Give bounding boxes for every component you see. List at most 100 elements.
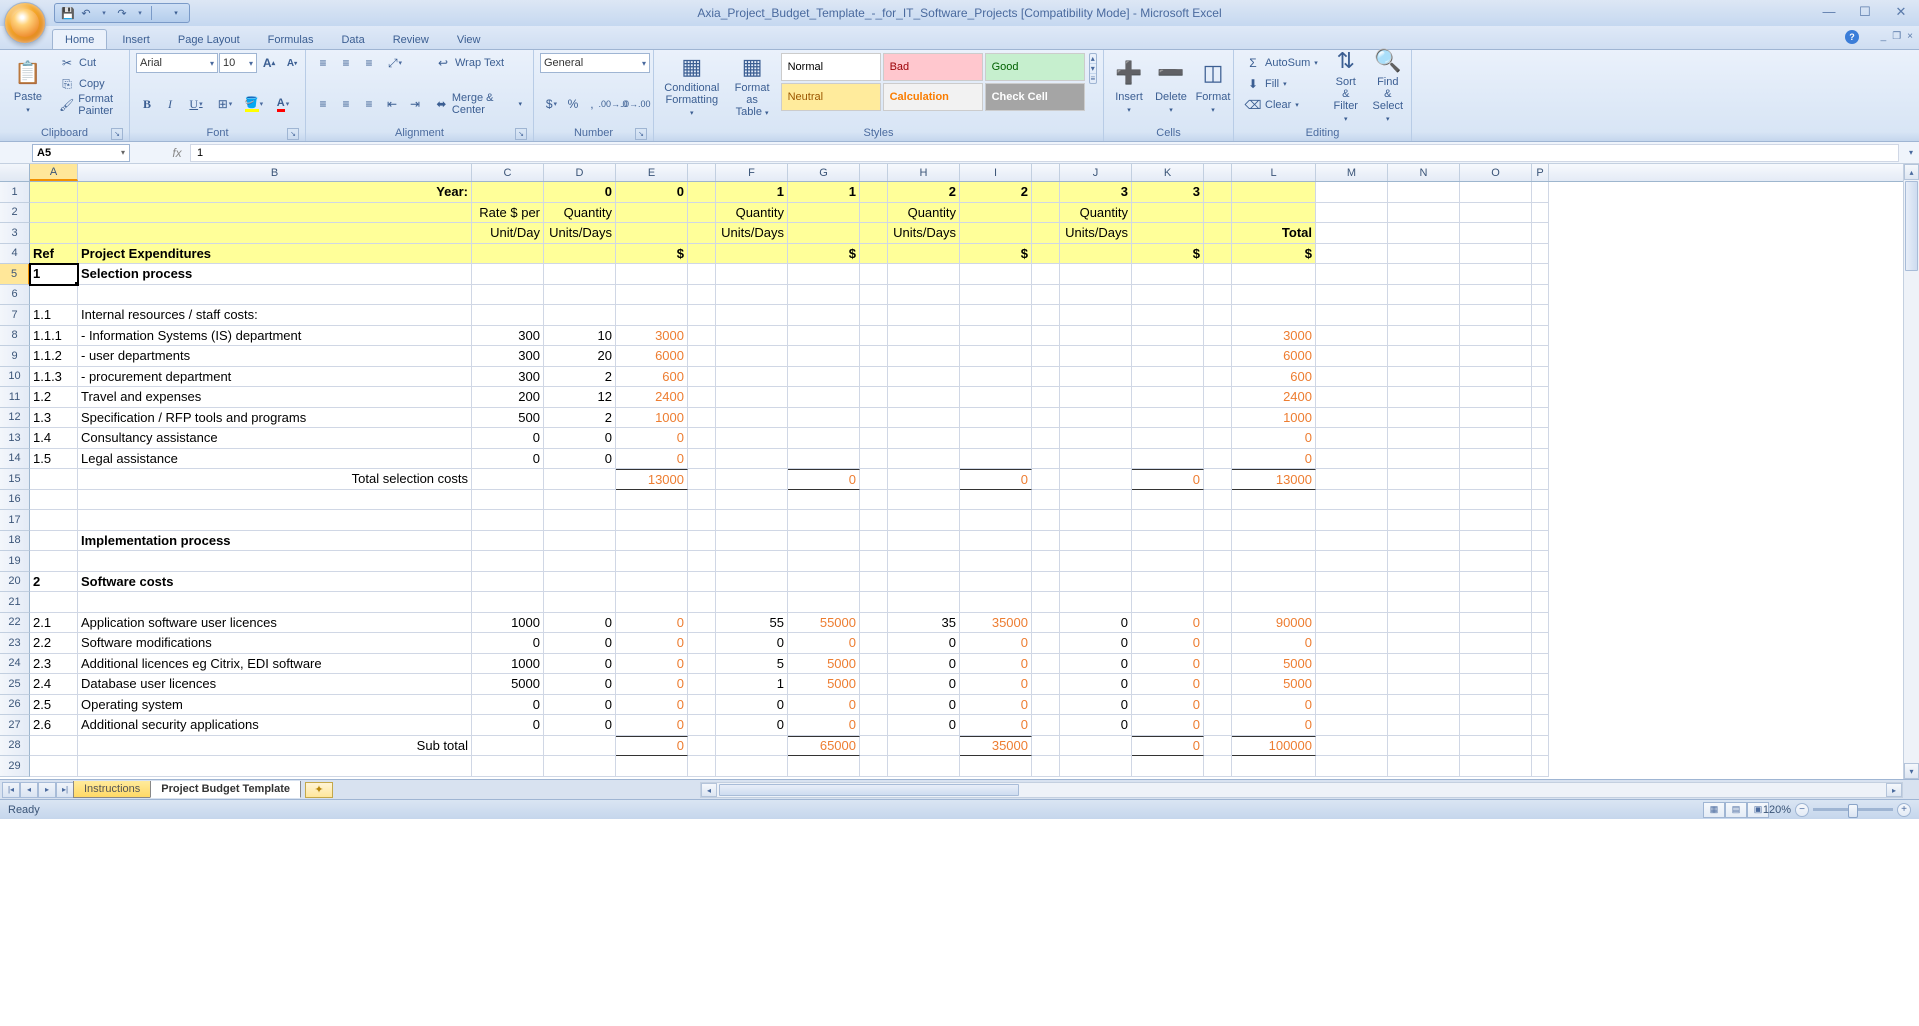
cell[interactable] [888, 367, 960, 388]
cell[interactable] [1204, 469, 1232, 490]
horizontal-scrollbar[interactable]: ◂ ▸ [700, 782, 1903, 798]
cell[interactable]: 2400 [616, 387, 688, 408]
cell[interactable] [544, 285, 616, 306]
cell[interactable] [860, 633, 888, 654]
cell[interactable]: 1.1.1 [30, 326, 78, 347]
cell[interactable] [1532, 346, 1549, 367]
cell[interactable]: Software modifications [78, 633, 472, 654]
scroll-thumb[interactable] [1905, 181, 1918, 271]
fx-icon[interactable]: fx [168, 144, 186, 162]
col-header-J[interactable]: J [1060, 164, 1132, 181]
cell[interactable] [1204, 654, 1232, 675]
cell[interactable]: 100000 [1232, 736, 1316, 757]
cell[interactable] [1460, 551, 1532, 572]
cell[interactable] [1388, 449, 1460, 470]
cell[interactable] [1032, 551, 1060, 572]
cell[interactable] [1316, 510, 1388, 531]
cell[interactable]: Implementation process [78, 531, 472, 552]
cell[interactable]: 5000 [472, 674, 544, 695]
cell[interactable] [544, 244, 616, 265]
cell[interactable]: 0 [960, 633, 1032, 654]
cell[interactable] [716, 736, 788, 757]
cell[interactable] [1388, 346, 1460, 367]
hscroll-thumb[interactable] [719, 784, 1019, 796]
merge-center-button[interactable]: ⬌Merge & Center ▾ [430, 94, 527, 114]
cell[interactable] [1460, 592, 1532, 613]
cell[interactable]: $ [616, 244, 688, 265]
cell[interactable]: Rate $ per [472, 203, 544, 224]
cell[interactable] [1316, 674, 1388, 695]
cell[interactable]: 300 [472, 326, 544, 347]
cell[interactable] [888, 572, 960, 593]
cell[interactable] [30, 736, 78, 757]
cell-styles-gallery[interactable]: Normal Bad Good Neutral Calculation Chec… [781, 53, 1085, 111]
cell[interactable]: 5000 [1232, 674, 1316, 695]
font-size-combo[interactable]: 10▾ [219, 53, 257, 73]
cell[interactable] [860, 531, 888, 552]
cell[interactable]: 0 [1232, 695, 1316, 716]
cell[interactable]: 0 [472, 428, 544, 449]
cell[interactable] [78, 756, 472, 777]
col-header-spacer[interactable] [860, 164, 888, 181]
cell[interactable]: 0 [616, 715, 688, 736]
cell[interactable] [1060, 305, 1132, 326]
cell[interactable] [1316, 449, 1388, 470]
cell[interactable] [688, 510, 716, 531]
cell[interactable] [716, 551, 788, 572]
cell[interactable]: 20 [544, 346, 616, 367]
cell[interactable] [472, 551, 544, 572]
cell[interactable] [1060, 572, 1132, 593]
cell[interactable] [1316, 285, 1388, 306]
cell[interactable] [1204, 387, 1232, 408]
cell[interactable] [1388, 695, 1460, 716]
cell[interactable] [1316, 244, 1388, 265]
cell[interactable] [1388, 613, 1460, 634]
cell[interactable] [860, 613, 888, 634]
col-header-D[interactable]: D [544, 164, 616, 181]
wrap-text-button[interactable]: ↩Wrap Text [430, 53, 527, 73]
cell[interactable] [1204, 408, 1232, 429]
cell[interactable] [888, 469, 960, 490]
cell[interactable] [860, 244, 888, 265]
cell[interactable] [1032, 674, 1060, 695]
cell[interactable] [1532, 203, 1549, 224]
cell[interactable] [788, 367, 860, 388]
cell[interactable] [1032, 695, 1060, 716]
cell[interactable]: 600 [616, 367, 688, 388]
cell[interactable] [688, 367, 716, 388]
cell[interactable]: $ [960, 244, 1032, 265]
ribbon-restore-icon[interactable]: ❐ [1892, 31, 1901, 42]
cell[interactable] [1232, 285, 1316, 306]
cell[interactable] [1232, 490, 1316, 511]
cell[interactable] [1232, 531, 1316, 552]
cell[interactable]: 1.5 [30, 449, 78, 470]
cell[interactable]: 2.3 [30, 654, 78, 675]
cell[interactable] [960, 490, 1032, 511]
shrink-font-button[interactable]: A▾ [281, 53, 303, 73]
cell[interactable]: 0 [1132, 695, 1204, 716]
cell[interactable] [888, 449, 960, 470]
cell[interactable] [1316, 182, 1388, 203]
cell[interactable] [716, 285, 788, 306]
cell[interactable] [1532, 182, 1549, 203]
cell[interactable]: 35 [888, 613, 960, 634]
row-header[interactable]: 29 [0, 756, 30, 777]
cell[interactable] [688, 182, 716, 203]
cell[interactable]: 2.4 [30, 674, 78, 695]
clipboard-dialog-launcher[interactable]: ↘ [111, 128, 123, 140]
cell[interactable] [1132, 510, 1204, 531]
row-header[interactable]: 4 [0, 244, 30, 265]
cell[interactable] [1388, 367, 1460, 388]
cell[interactable]: $ [1232, 244, 1316, 265]
cut-button[interactable]: ✂Cut [54, 53, 123, 73]
cell[interactable] [1204, 633, 1232, 654]
cell[interactable] [1388, 244, 1460, 265]
cell[interactable]: 0 [1132, 613, 1204, 634]
cell[interactable]: 0 [616, 449, 688, 470]
cell[interactable] [1204, 346, 1232, 367]
cell[interactable] [30, 285, 78, 306]
scroll-right-icon[interactable]: ▸ [1886, 783, 1902, 797]
name-box[interactable]: A5▾ [32, 144, 130, 162]
cell[interactable] [1532, 736, 1549, 757]
cell[interactable]: 1.4 [30, 428, 78, 449]
